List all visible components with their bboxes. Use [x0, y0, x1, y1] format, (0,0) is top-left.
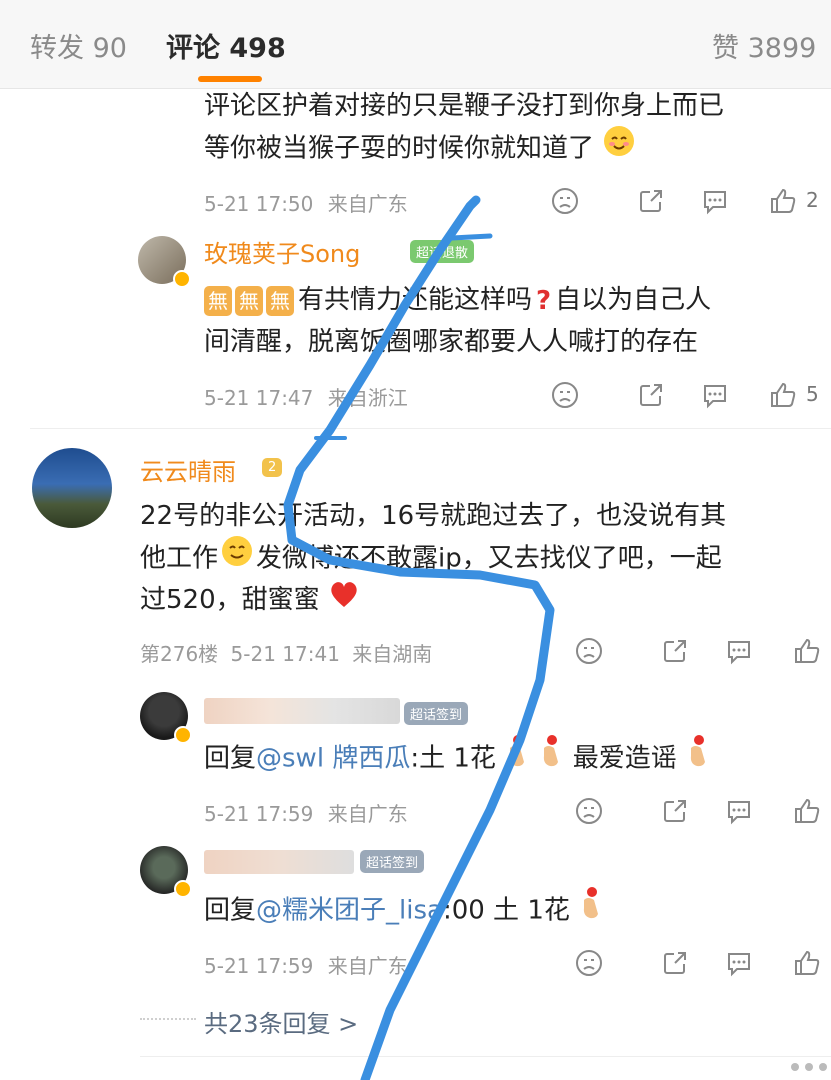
- user-badge: 超话签到: [404, 702, 469, 725]
- prefix-badge-icon: 無: [235, 285, 263, 316]
- reply-actions: [574, 948, 831, 978]
- like-icon[interactable]: [792, 636, 822, 670]
- comment-actions: 5: [550, 380, 831, 410]
- reply-meta: 5-21 17:59 来自广东: [204, 798, 408, 827]
- comment-text-line: 间清醒，脱离饭圈哪家都要人人喊打的存在: [204, 327, 699, 357]
- comment-text-line-content: 等你被当猴子耍的时候你就知道了: [204, 133, 595, 164]
- red-heart-icon: [328, 577, 360, 625]
- comment-text-line: 过520，甜蜜蜜: [140, 576, 360, 625]
- comment-text-line: 评论区护着对接的只是鞭子没打到你身上而已: [204, 91, 725, 121]
- comment-meta: 5-21 17:50 来自广东: [204, 188, 408, 217]
- blurred-username[interactable]: [204, 698, 400, 724]
- comment-icon[interactable]: [700, 186, 730, 220]
- tab-likes[interactable]: 赞 3899: [712, 26, 816, 65]
- like-count: 2: [806, 188, 819, 212]
- reply-location: 来自广东: [327, 802, 408, 826]
- divider: [30, 428, 831, 429]
- comment-location: 来自浙江: [327, 386, 408, 410]
- comment-text-segment: 有共情力还能这样吗: [298, 285, 533, 315]
- finger-heart-icon: [685, 734, 711, 784]
- share-icon[interactable]: [660, 948, 690, 982]
- dislike-icon[interactable]: [550, 186, 580, 220]
- comment-icon[interactable]: [724, 636, 754, 670]
- reply-text-segment: :00 土 1花: [442, 895, 570, 926]
- user-level-badge: 2: [262, 458, 283, 477]
- reply-meta: 5-21 17:59 来自广东: [204, 950, 408, 979]
- more-replies-link[interactable]: 共23条回复 >: [204, 1004, 358, 1039]
- mention-link[interactable]: @糯米团子_lisa: [256, 896, 443, 926]
- commenter-name[interactable]: 云云晴雨: [140, 452, 236, 487]
- reply-prefix: 回复: [204, 895, 257, 926]
- blurred-username[interactable]: [204, 850, 354, 874]
- finger-heart-icon: [538, 734, 564, 784]
- mention-link[interactable]: @swl 牌西瓜: [256, 744, 410, 774]
- dot-icon: [791, 1063, 799, 1071]
- like-count: 5: [806, 382, 819, 406]
- dislike-icon[interactable]: [574, 636, 604, 670]
- like-icon[interactable]: [768, 186, 798, 220]
- divider: [140, 1056, 831, 1057]
- user-badge: 超话退散: [410, 240, 475, 263]
- reply-text-segment: :土 1花: [410, 743, 496, 774]
- blush-emoji-icon: [602, 124, 636, 174]
- comment-location: 来自广东: [327, 192, 408, 216]
- user-badge: 超话签到: [360, 850, 425, 873]
- dot-icon: [805, 1063, 813, 1071]
- comment-text-line: 22号的非公开活动，16号就跑过去了，也没说有其: [140, 501, 727, 531]
- comment-tabs: 转发 90 评论 498 赞 3899: [0, 0, 831, 89]
- dislike-icon[interactable]: [574, 796, 604, 830]
- tab-reposts[interactable]: 转发 90: [30, 26, 127, 65]
- finger-heart-icon: [504, 734, 530, 784]
- share-icon[interactable]: [636, 186, 666, 220]
- comment-time: 5-21 17:41: [230, 642, 340, 666]
- comment-text-line: 等你被当猴子耍的时候你就知道了: [204, 124, 636, 174]
- comment-text-segment: 自以为自己人: [555, 285, 712, 315]
- share-icon[interactable]: [660, 636, 690, 670]
- reply-text: 回复@swl 牌西瓜:土 1花 最爱造谣: [204, 734, 711, 784]
- share-icon[interactable]: [636, 380, 666, 414]
- dislike-icon[interactable]: [550, 380, 580, 414]
- comment-time: 5-21 17:47: [204, 386, 314, 410]
- reply-time: 5-21 17:59: [204, 954, 314, 978]
- verified-badge-icon: [173, 270, 191, 288]
- reply-text-segment: 最爱造谣: [572, 743, 677, 774]
- comment-location: 来自湖南: [352, 642, 433, 666]
- like-icon[interactable]: [792, 948, 822, 982]
- dotted-leader: [140, 1018, 196, 1020]
- verified-badge-icon: [174, 880, 192, 898]
- watermark-dots: [763, 1056, 827, 1078]
- comment-floor: 第276楼: [140, 642, 219, 666]
- reply-prefix: 回复: [204, 743, 257, 774]
- reply-actions: [574, 796, 831, 826]
- share-icon[interactable]: [660, 796, 690, 830]
- finger-heart-icon: [578, 886, 604, 936]
- verified-badge-icon: [174, 726, 192, 744]
- reply-text: 回复@糯米团子_lisa:00 土 1花: [204, 886, 604, 936]
- prefix-badge-icon: 無: [204, 285, 232, 316]
- comment-text-segment: 发微博还不敢露ip，又去找仪了吧，一起: [256, 543, 722, 574]
- tab-comments[interactable]: 评论 498: [166, 26, 286, 65]
- avatar[interactable]: [32, 448, 112, 528]
- comment-icon[interactable]: [700, 380, 730, 414]
- comment-icon[interactable]: [724, 796, 754, 830]
- comment-text-segment: 他工作: [140, 543, 219, 574]
- reply-location: 来自广东: [327, 954, 408, 978]
- comment-actions: [574, 636, 831, 666]
- commenter-name[interactable]: 玫瑰荚子Song: [204, 234, 360, 269]
- dislike-icon[interactable]: [574, 948, 604, 982]
- comment-icon[interactable]: [724, 948, 754, 982]
- comment-time: 5-21 17:50: [204, 192, 314, 216]
- comment-actions: 2: [550, 186, 831, 216]
- dot-icon: [819, 1063, 827, 1071]
- reply-time: 5-21 17:59: [204, 802, 314, 826]
- comment-meta: 5-21 17:47 来自浙江: [204, 382, 408, 411]
- comment-text-segment: 过520，甜蜜蜜: [140, 585, 320, 615]
- comment-meta: 第276楼 5-21 17:41 来自湖南: [140, 638, 432, 667]
- like-icon[interactable]: [792, 796, 822, 830]
- prefix-badge-icon: 無: [266, 285, 294, 316]
- like-icon[interactable]: [768, 380, 798, 414]
